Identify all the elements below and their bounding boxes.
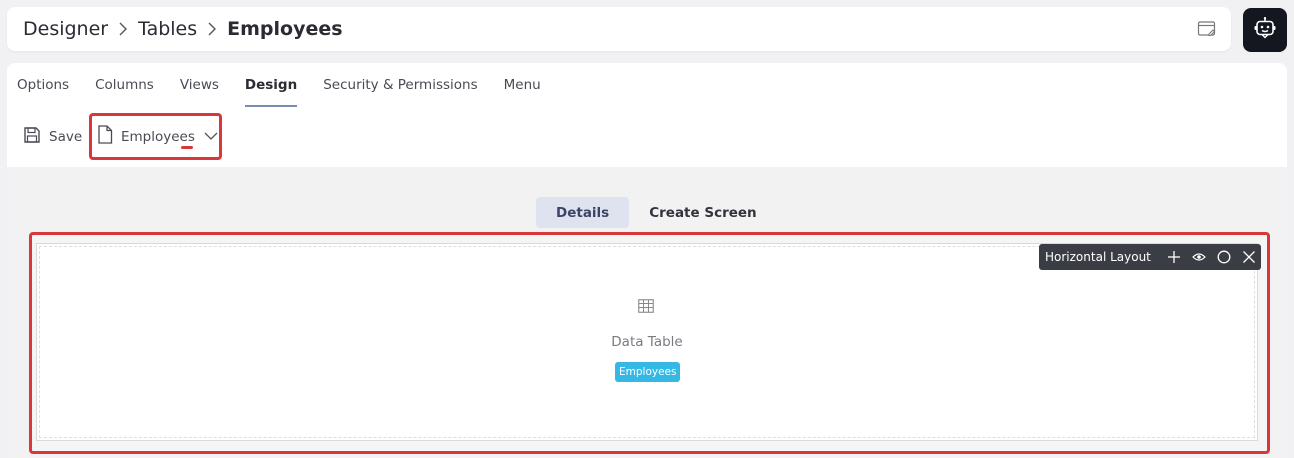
chevron-down-icon — [204, 129, 218, 145]
eye-icon[interactable] — [1186, 244, 1211, 270]
subtab-create-screen[interactable]: Create Screen — [629, 197, 776, 228]
assistant-bot-button[interactable] — [1243, 8, 1287, 52]
tab-menu[interactable]: Menu — [504, 63, 541, 107]
document-icon — [97, 125, 113, 148]
data-table-source-badge: Employees — [615, 362, 681, 382]
save-label: Save — [49, 129, 83, 145]
selected-file-label: Employees — [121, 128, 195, 149]
close-icon[interactable] — [1236, 244, 1261, 270]
tab-bar: Options Columns Views Design Security & … — [7, 63, 557, 107]
design-panel: Options Columns Views Design Security & … — [7, 63, 1287, 458]
circle-icon[interactable] — [1211, 244, 1236, 270]
breadcrumb: Designer Tables Employees — [23, 7, 343, 51]
design-canvas: Details Create Screen Data Table Employe… — [7, 167, 1287, 458]
window-edit-icon[interactable] — [1197, 19, 1217, 39]
design-toolbar: Save Employees — [7, 113, 1287, 160]
chevron-right-icon — [117, 22, 129, 36]
header-bar: Designer Tables Employees — [7, 7, 1231, 51]
subtab-bar: Details Create Screen — [536, 197, 777, 228]
breadcrumb-item-tables[interactable]: Tables — [138, 18, 197, 40]
chevron-right-icon — [206, 22, 218, 36]
layout-drop-area[interactable]: Data Table Employees — [36, 243, 1258, 441]
table-grid-icon — [638, 298, 654, 317]
data-table-label: Data Table — [611, 334, 683, 350]
tab-views[interactable]: Views — [180, 63, 219, 107]
layout-toolbar-title: Horizontal Layout — [1045, 250, 1151, 264]
tab-security-permissions[interactable]: Security & Permissions — [323, 63, 477, 107]
robot-icon — [1253, 16, 1277, 44]
tab-design[interactable]: Design — [244, 63, 298, 107]
breadcrumb-current: Employees — [227, 18, 343, 40]
layout-toolbar: Horizontal Layout — [1039, 244, 1261, 270]
tab-columns[interactable]: Columns — [95, 63, 154, 107]
tab-options[interactable]: Options — [17, 63, 69, 107]
plus-icon[interactable] — [1161, 244, 1186, 270]
screen-file-dropdown[interactable]: Employees — [89, 113, 222, 160]
save-button[interactable]: Save — [23, 126, 82, 148]
subtab-details[interactable]: Details — [536, 197, 630, 228]
horizontal-layout-container[interactable]: Data Table Employees Horizontal Layout — [29, 232, 1270, 454]
floppy-disk-icon — [23, 126, 49, 148]
breadcrumb-item-designer[interactable]: Designer — [23, 18, 108, 40]
